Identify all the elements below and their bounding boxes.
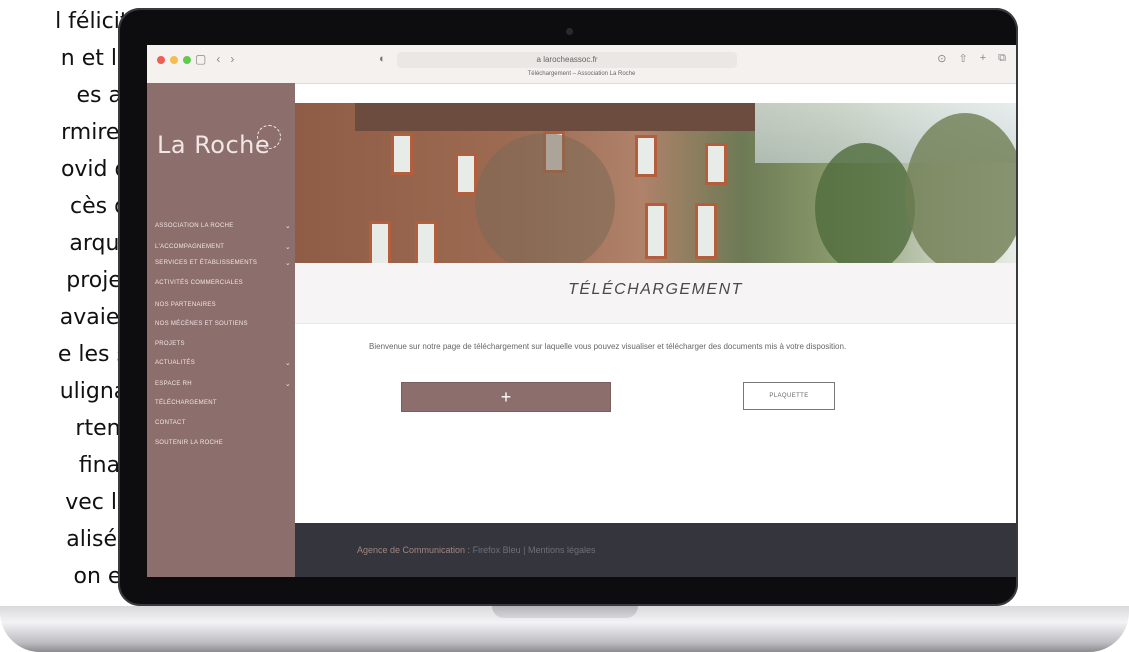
sidebar-item-label: Activités commerciales — [155, 280, 243, 286]
download-icon[interactable]: ⊙ — [937, 52, 946, 65]
expand-button[interactable]: + — [401, 382, 611, 412]
laptop-base — [0, 606, 1129, 652]
chevron-down-icon[interactable]: ⌄ — [285, 260, 291, 267]
laptop-hinge-notch — [492, 606, 638, 618]
tabs-overview-icon[interactable]: ⧉ — [998, 52, 1006, 65]
sidebar-item[interactable]: Téléchargement — [155, 400, 291, 407]
sidebar-item-label: Services et établissements — [155, 260, 258, 266]
hero-image — [295, 103, 1016, 263]
sidebar-item[interactable]: Projets — [155, 341, 291, 348]
plaquette-button[interactable]: PLAQUETTE — [743, 382, 835, 410]
privacy-shield-icon[interactable]: ◐ — [379, 53, 386, 65]
sidebar-item[interactable]: Actualités ⌄ — [155, 360, 291, 367]
intro-text: Bienvenue sur notre page de téléchargeme… — [369, 342, 847, 351]
laptop-screen: ▢ ‹ › ◐ a larocheassoc.fr ⊙ ⇧ + ⧉ Téléch… — [147, 45, 1016, 577]
sidebar-item[interactable]: Soutenir La Roche — [155, 440, 291, 447]
sidebar-item[interactable]: L'accompagnement ⌄ — [155, 244, 291, 251]
chevron-down-icon[interactable]: ⌄ — [285, 244, 291, 251]
sidebar-item-label: Association La Roche — [155, 223, 234, 229]
sidebar-item-label: Projets — [155, 341, 185, 347]
sidebar-item-label: Actualités — [155, 360, 196, 366]
site-footer: Agence de Communication : Firefox Bleu |… — [295, 523, 1016, 577]
maximize-window-button[interactable] — [183, 56, 191, 64]
footer-legal-link[interactable]: Mentions légales — [528, 545, 596, 555]
sidebar-item[interactable]: Contact — [155, 420, 291, 427]
sidebar-item-label: Nos partenaires — [155, 302, 216, 308]
forward-arrow-icon[interactable]: › — [230, 52, 234, 66]
footer-agency-link[interactable]: Firefox Bleu — [473, 545, 521, 555]
new-tab-icon[interactable]: + — [980, 52, 986, 65]
sidebar-item-label: Soutenir La Roche — [155, 440, 224, 446]
sidebar-item-label: L'accompagnement — [155, 244, 225, 250]
sidebar-toggle-icon[interactable]: ▢ — [195, 52, 206, 66]
sidebar-item[interactable]: Nos partenaires — [155, 302, 291, 309]
minimize-window-button[interactable] — [170, 56, 178, 64]
logo-mark-icon — [257, 125, 281, 149]
close-window-button[interactable] — [157, 56, 165, 64]
sidebar-item-label: Espace RH — [155, 381, 192, 387]
back-arrow-icon[interactable]: ‹ — [216, 52, 220, 66]
footer-prefix: Agence de Communication : — [357, 545, 473, 555]
page-title: TÉLÉCHARGEMENT — [568, 281, 743, 298]
sidebar-item[interactable]: Espace RH ⌄ — [155, 381, 291, 388]
camera-icon — [566, 28, 573, 35]
site-logo[interactable]: La Roche — [157, 131, 270, 159]
sidebar-item[interactable]: Nos mécènes et soutiens — [155, 321, 291, 328]
sidebar-item[interactable]: Services et établissements ⌄ — [155, 260, 291, 267]
window-controls — [157, 56, 191, 64]
tab-title[interactable]: Téléchargement – Association La Roche — [147, 71, 1016, 77]
site-sidebar: La Roche Association La Roche ⌄ L'accompag… — [147, 83, 295, 577]
sidebar-item[interactable]: Association La Roche ⌄ — [155, 223, 291, 230]
chevron-down-icon[interactable]: ⌄ — [285, 381, 291, 388]
sidebar-item[interactable]: Activités commerciales — [155, 280, 291, 287]
chevron-down-icon[interactable]: ⌄ — [285, 223, 291, 230]
browser-toolbar: ▢ ‹ › ◐ a larocheassoc.fr ⊙ ⇧ + ⧉ Téléch… — [147, 45, 1016, 84]
address-bar[interactable]: a larocheassoc.fr — [397, 52, 737, 68]
footer-credits: Agence de Communication : Firefox Bleu |… — [357, 545, 596, 555]
sidebar-item-label: Contact — [155, 420, 186, 426]
footer-separator: | — [520, 545, 528, 555]
share-icon[interactable]: ⇧ — [958, 52, 967, 65]
chevron-down-icon[interactable]: ⌄ — [285, 360, 291, 367]
sidebar-item-label: Téléchargement — [155, 400, 217, 406]
page-heading-band: TÉLÉCHARGEMENT — [295, 263, 1016, 324]
sidebar-item-label: Nos mécènes et soutiens — [155, 321, 248, 327]
